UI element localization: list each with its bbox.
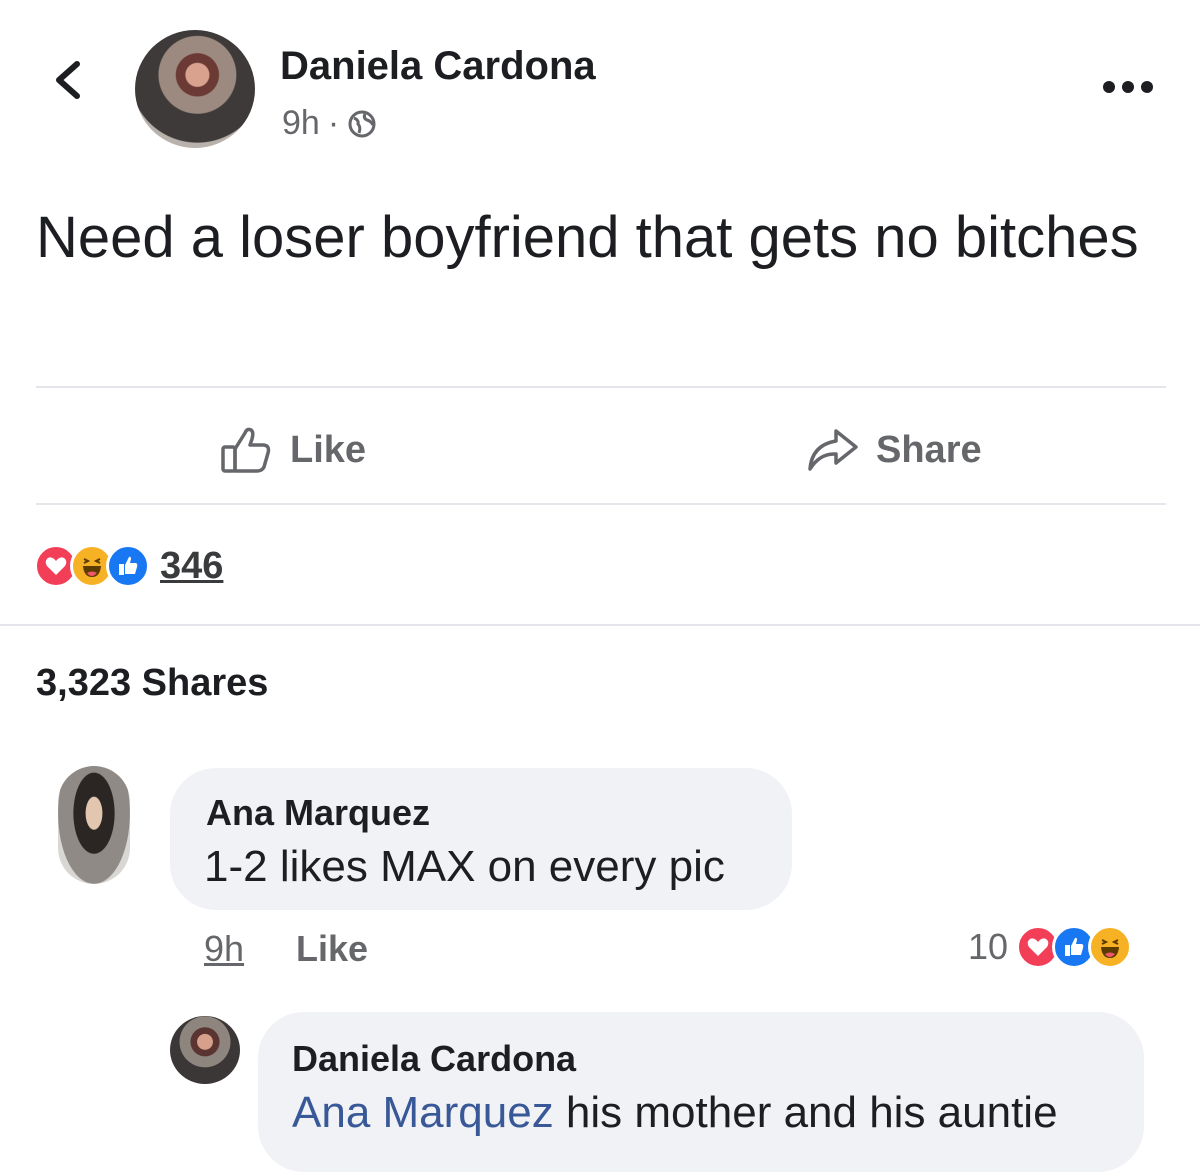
comment-time[interactable]: 9h: [204, 928, 244, 970]
comment-author[interactable]: Ana Marquez: [206, 792, 430, 834]
post-author-name[interactable]: Daniela Cardona: [280, 44, 596, 89]
share-button[interactable]: Share: [806, 410, 982, 490]
like-button[interactable]: Like: [220, 410, 366, 490]
divider: [36, 386, 1166, 388]
comment-reaction-count: 10: [968, 926, 1009, 967]
comment-reactions[interactable]: 10: [968, 924, 1133, 970]
post-time[interactable]: 9h: [282, 104, 320, 143]
more-options-button[interactable]: [1098, 72, 1158, 102]
share-button-label: Share: [876, 428, 982, 471]
globe-icon: [348, 110, 376, 137]
comment-text: 1-2 likes MAX on every pic: [204, 842, 725, 891]
chevron-left-icon: [56, 61, 80, 99]
reactions-summary[interactable]: 346: [34, 543, 223, 589]
comment-like-button[interactable]: Like: [296, 928, 368, 970]
haha-reaction-icon: [1088, 925, 1133, 969]
thumbs-up-icon: [221, 427, 271, 473]
reply-avatar[interactable]: [170, 1016, 240, 1084]
post-meta: 9h ·: [282, 104, 377, 143]
like-reaction-icon: [106, 544, 150, 588]
share-arrow-icon: [808, 429, 858, 471]
divider: [36, 503, 1166, 505]
author-avatar[interactable]: [135, 30, 255, 148]
reaction-count[interactable]: 346: [160, 545, 223, 588]
shares-count[interactable]: 3,323 Shares: [36, 662, 268, 705]
reply-text: Ana Marquez his mother and his auntie: [292, 1088, 1058, 1138]
reply-author[interactable]: Daniela Cardona: [292, 1038, 576, 1080]
post-text: Need a loser boyfriend that gets no bitc…: [36, 205, 1139, 270]
like-button-label: Like: [290, 428, 367, 471]
back-button[interactable]: [40, 52, 96, 108]
commenter-avatar[interactable]: [58, 766, 130, 884]
meta-separator: ·: [327, 104, 340, 142]
more-dots-icon: [1103, 81, 1153, 93]
divider: [0, 624, 1200, 626]
